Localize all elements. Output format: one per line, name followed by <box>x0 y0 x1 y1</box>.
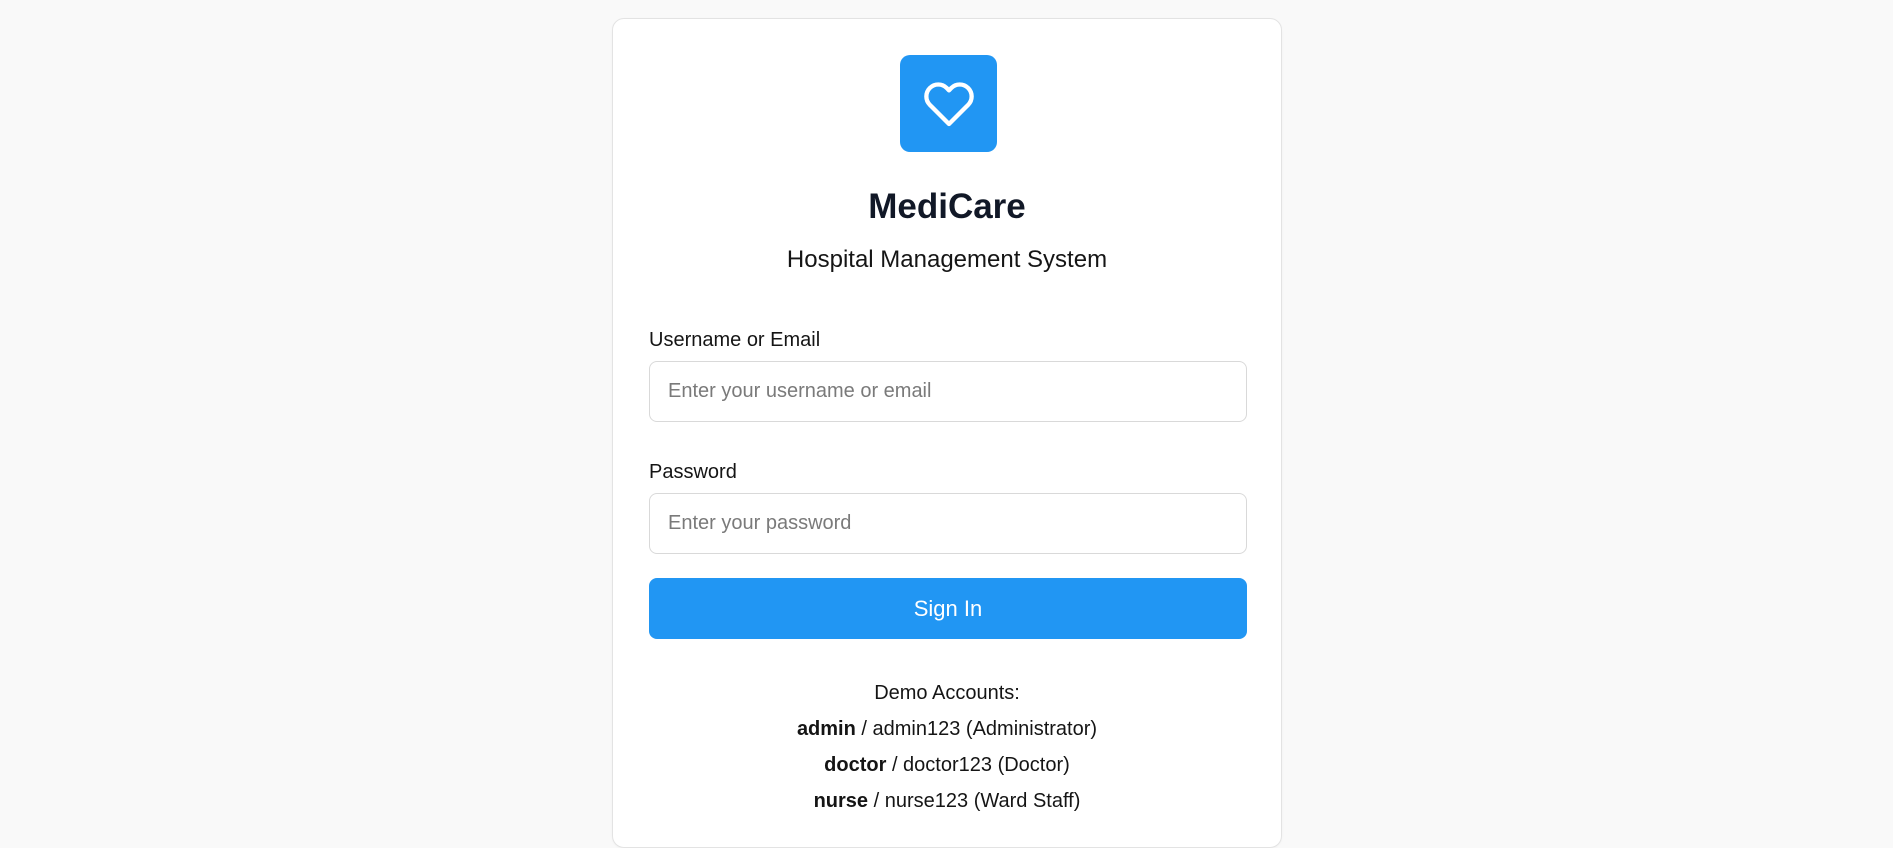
demo-account-admin: admin / admin123 (Administrator) <box>613 711 1281 747</box>
app-subtitle: Hospital Management System <box>786 246 1108 273</box>
demo-username: doctor <box>824 754 887 776</box>
username-input[interactable] <box>649 361 1247 422</box>
password-label: Password <box>649 461 737 483</box>
login-card: MediCare Hospital Management System User… <box>612 18 1282 848</box>
demo-username: nurse <box>813 790 869 812</box>
demo-accounts: Demo Accounts: admin / admin123 (Adminis… <box>613 675 1281 819</box>
app-title: MediCare <box>868 187 1026 226</box>
heart-icon <box>923 81 974 126</box>
demo-account-doctor: doctor / doctor123 (Doctor) <box>613 747 1281 783</box>
demo-username: admin <box>796 718 856 740</box>
sign-in-button[interactable]: Sign In <box>649 578 1247 639</box>
app-logo <box>900 55 997 152</box>
password-input[interactable] <box>649 493 1247 554</box>
demo-credentials: / nurse123 (Ward Staff) <box>868 790 1081 812</box>
demo-credentials: / doctor123 (Doctor) <box>886 754 1070 776</box>
username-label: Username or Email <box>649 329 821 351</box>
demo-accounts-heading: Demo Accounts: <box>874 682 1020 704</box>
demo-account-nurse: nurse / nurse123 (Ward Staff) <box>613 783 1281 819</box>
demo-credentials: / admin123 (Administrator) <box>855 718 1098 740</box>
